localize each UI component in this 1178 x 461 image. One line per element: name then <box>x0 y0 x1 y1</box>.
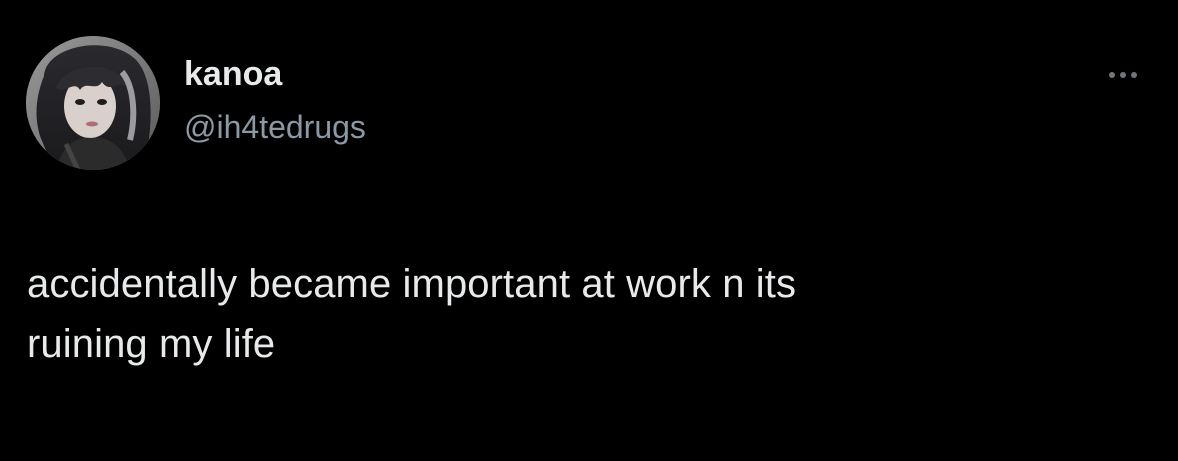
dot-icon <box>1131 72 1137 78</box>
dot-icon <box>1109 72 1115 78</box>
display-name[interactable]: kanoa <box>184 53 282 95</box>
tweet-text-line: accidentally became important at work n … <box>27 262 797 306</box>
more-options-icon[interactable] <box>1096 62 1150 88</box>
tweet-text-line: ruining my life <box>27 322 276 366</box>
profile-photo-icon <box>26 36 160 170</box>
tweet-card: kanoa @ih4tedrugs accidentally became im… <box>0 0 1178 461</box>
tweet-text: accidentally became important at work n … <box>27 254 1127 374</box>
avatar[interactable] <box>26 36 160 170</box>
dot-icon <box>1120 72 1126 78</box>
user-handle[interactable]: @ih4tedrugs <box>184 107 366 147</box>
